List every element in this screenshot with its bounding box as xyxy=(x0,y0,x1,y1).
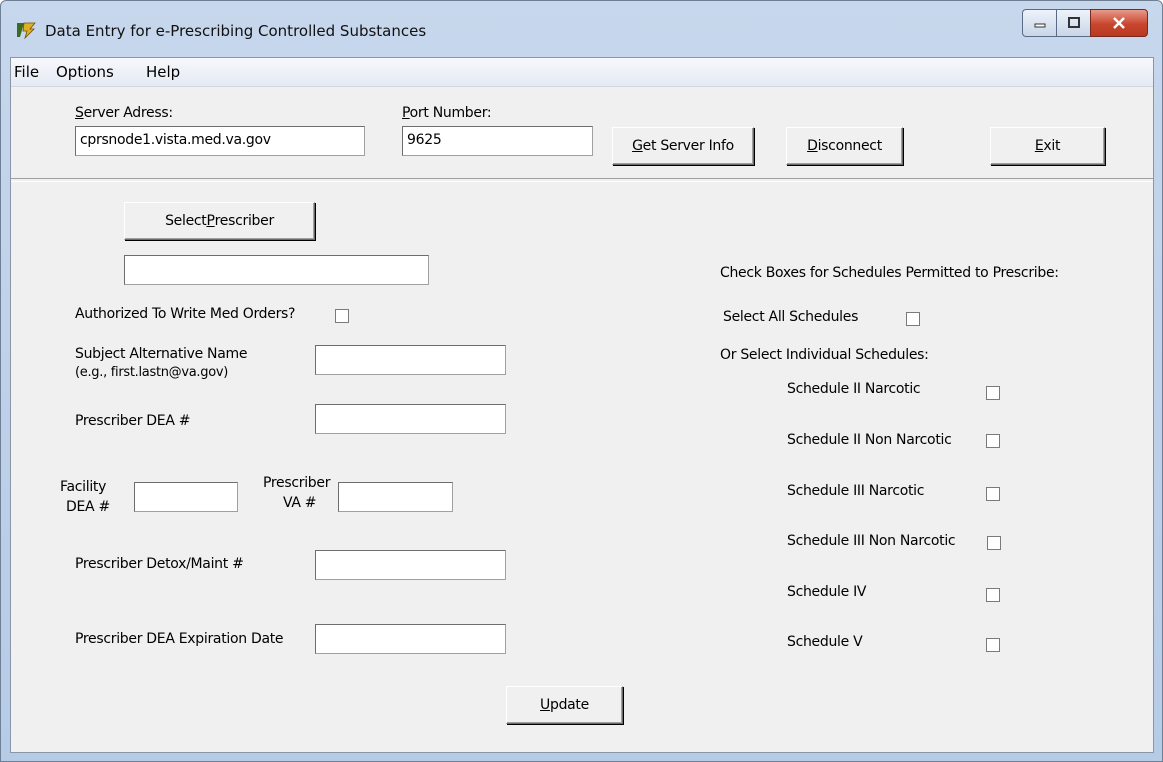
schedule-ii-non-narcotic-label: Schedule II Non Narcotic xyxy=(787,432,952,448)
prescriber-va-label-line1: Prescriber xyxy=(263,475,331,491)
detox-maint-label: Prescriber Detox/Maint # xyxy=(75,556,244,572)
close-icon[interactable] xyxy=(1090,9,1148,37)
prescriber-va-input[interactable] xyxy=(338,482,453,512)
schedule-iii-narcotic-checkbox[interactable] xyxy=(986,487,1000,501)
client-area: File Options Help Server Adress: cprsnod… xyxy=(10,57,1154,753)
exit-button[interactable]: Exit xyxy=(990,127,1105,165)
schedule-iv-checkbox[interactable] xyxy=(986,588,1000,602)
section-divider xyxy=(11,178,1153,182)
dea-expiration-label: Prescriber DEA Expiration Date xyxy=(75,631,284,647)
schedule-v-label: Schedule V xyxy=(787,634,863,650)
schedule-iii-non-narcotic-checkbox[interactable] xyxy=(987,536,1001,550)
menu-options[interactable]: Options xyxy=(56,63,114,81)
prescriber-name-input[interactable] xyxy=(124,255,429,285)
menu-bar: File Options Help xyxy=(11,58,1153,87)
disconnect-button[interactable]: Disconnect xyxy=(786,127,903,165)
window-title: Data Entry for e-Prescribing Controlled … xyxy=(45,22,427,40)
server-address-input[interactable]: cprsnode1.vista.med.va.gov xyxy=(75,126,365,156)
facility-dea-label-line2: DEA # xyxy=(66,499,110,515)
app-window: Data Entry for e-Prescribing Controlled … xyxy=(0,0,1163,762)
port-number-label: Port Number: xyxy=(402,105,492,121)
server-address-label: Server Adress: xyxy=(75,105,173,121)
window-controls xyxy=(1022,9,1148,39)
get-server-info-button[interactable]: Get Server Info xyxy=(612,127,754,165)
select-all-schedules-checkbox[interactable] xyxy=(906,312,920,326)
menu-file[interactable]: File xyxy=(14,63,39,81)
menu-help[interactable]: Help xyxy=(146,63,180,81)
san-example-label: (e.g., first.lastn@va.gov) xyxy=(75,365,229,380)
schedules-heading: Check Boxes for Schedules Permitted to P… xyxy=(720,265,1059,281)
facility-dea-label-line1: Facility xyxy=(60,479,107,495)
port-number-input[interactable]: 9625 xyxy=(402,126,593,156)
detox-maint-input[interactable] xyxy=(315,550,506,580)
title-bar[interactable]: Data Entry for e-Prescribing Controlled … xyxy=(1,1,1162,57)
app-logo-icon xyxy=(17,22,36,40)
maximize-icon[interactable] xyxy=(1056,9,1090,37)
schedule-ii-narcotic-checkbox[interactable] xyxy=(986,386,1000,400)
prescriber-dea-label: Prescriber DEA # xyxy=(75,413,191,429)
san-label: Subject Alternative Name xyxy=(75,346,248,362)
dea-expiration-input[interactable] xyxy=(315,624,506,654)
schedule-v-checkbox[interactable] xyxy=(986,638,1000,652)
schedule-iii-narcotic-label: Schedule III Narcotic xyxy=(787,483,925,499)
prescriber-va-label-line2: VA # xyxy=(283,495,317,511)
prescriber-dea-input[interactable] xyxy=(315,404,506,434)
schedule-ii-narcotic-label: Schedule II Narcotic xyxy=(787,381,921,397)
select-prescriber-button[interactable]: Select Prescriber xyxy=(124,202,315,240)
schedule-ii-non-narcotic-checkbox[interactable] xyxy=(986,434,1000,448)
schedule-iii-non-narcotic-label: Schedule III Non Narcotic xyxy=(787,533,956,549)
san-input[interactable] xyxy=(315,345,506,375)
authorized-med-orders-label: Authorized To Write Med Orders? xyxy=(75,306,296,322)
authorized-med-orders-checkbox[interactable] xyxy=(335,309,349,323)
update-button[interactable]: Update xyxy=(506,686,623,724)
facility-dea-input[interactable] xyxy=(134,482,238,512)
schedule-iv-label: Schedule IV xyxy=(787,584,867,600)
individual-schedules-label: Or Select Individual Schedules: xyxy=(720,347,929,363)
select-all-schedules-label: Select All Schedules xyxy=(723,309,859,325)
minimize-icon[interactable] xyxy=(1022,9,1056,37)
